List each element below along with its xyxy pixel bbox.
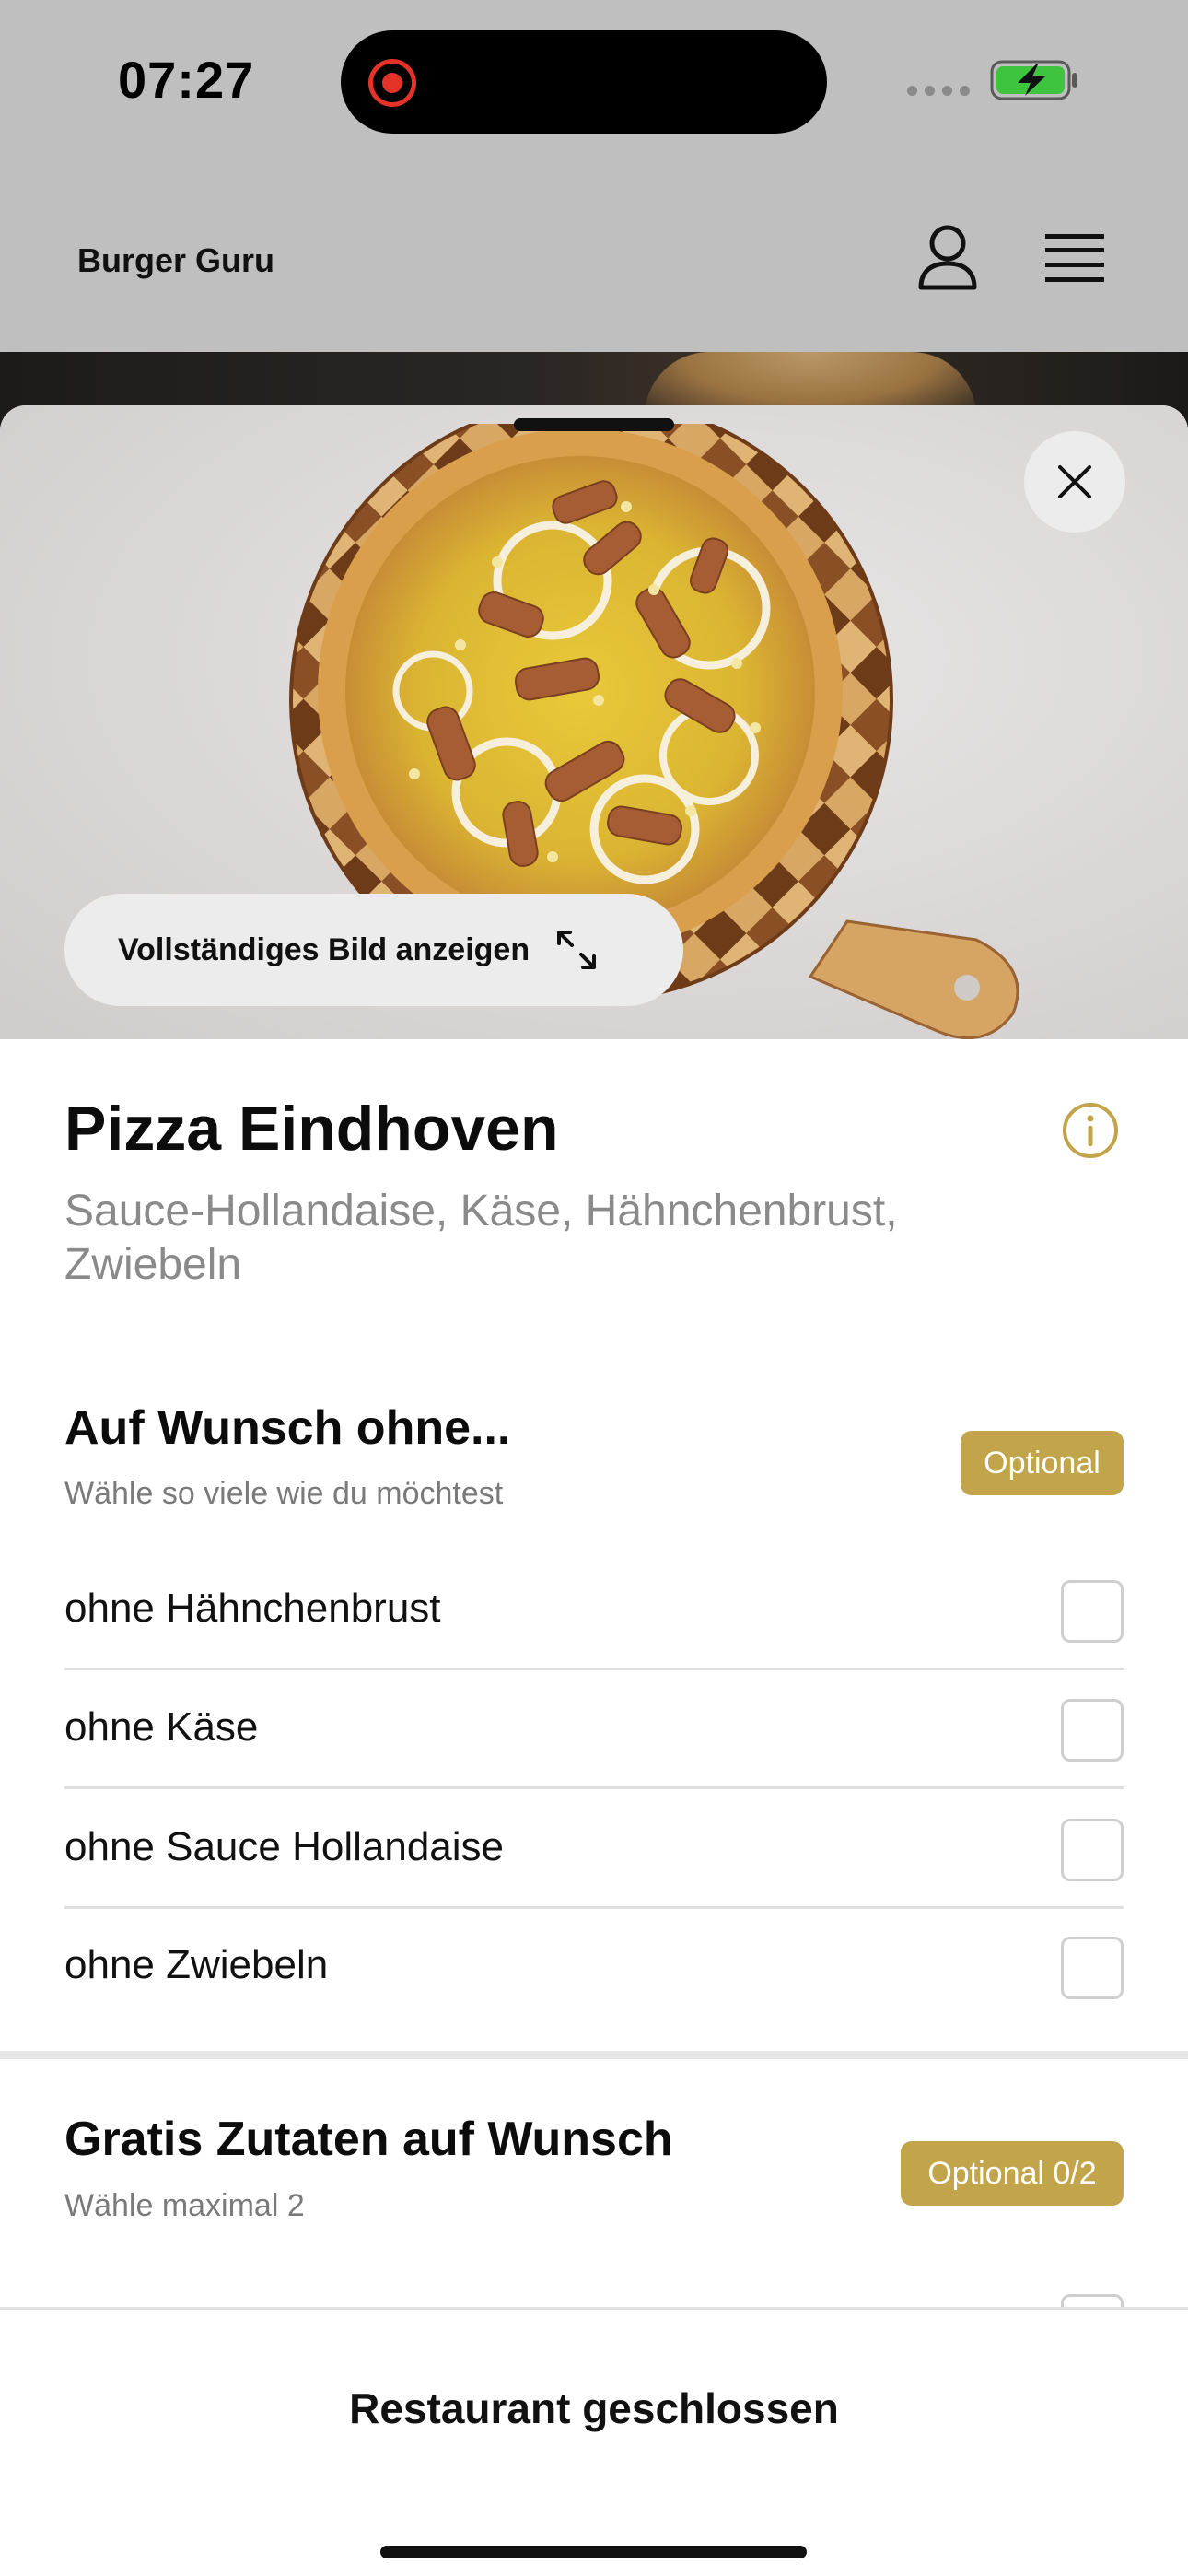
option-row[interactable]: ohne Zwiebeln (64, 1907, 1124, 2027)
user-profile-icon[interactable] (916, 223, 979, 293)
product-title: Pizza Eindhoven (64, 1094, 559, 1164)
option-checkbox[interactable] (1061, 1699, 1124, 1762)
optional-count-badge: Optional 0/2 (901, 2141, 1124, 2206)
restaurant-closed-status: Restaurant geschlossen (349, 2384, 839, 2432)
hamburger-menu-icon[interactable] (1043, 232, 1106, 284)
group-without-subtitle: Wähle so viele wie du möchtest (64, 1476, 504, 1511)
status-bar: 07:27 (0, 0, 1188, 166)
group-free-subtitle: Wähle maximal 2 (64, 2188, 305, 2223)
option-label: ohne Hähnchenbrust (64, 1586, 441, 1631)
show-full-image-button[interactable]: Vollständiges Bild anzeigen (64, 894, 683, 1006)
close-button[interactable] (1024, 431, 1125, 533)
show-full-image-label: Vollständiges Bild anzeigen (118, 931, 530, 967)
option-label: ohne Sauce Hollandaise (64, 1824, 505, 1869)
status-time: 07:27 (118, 51, 255, 109)
option-label: ohne Zwiebeln (64, 1942, 329, 1987)
close-icon (1058, 465, 1091, 498)
expand-arrows-icon (557, 931, 597, 969)
info-icon[interactable] (1062, 1102, 1119, 1159)
cellular-signal-icon (907, 86, 972, 97)
option-checkbox[interactable] (1061, 1819, 1124, 1881)
product-sheet: Vollständiges Bild anzeigen Pizza Eindho… (0, 405, 1188, 2576)
option-label: ohne Käse (64, 1704, 259, 1750)
home-indicator[interactable] (380, 2546, 807, 2558)
sheet-drag-handle[interactable] (514, 418, 674, 431)
section-divider (0, 2051, 1188, 2059)
app-header: Burger Guru (0, 166, 1188, 350)
product-hero: Vollständiges Bild anzeigen (0, 405, 1188, 1039)
app-screen: 07:27 Burger Guru Vollständiges Bild anz… (0, 0, 1188, 2576)
bottom-bar: Restaurant geschlossen (0, 2307, 1188, 2576)
option-row[interactable]: ohne Käse (64, 1669, 1124, 1789)
option-checkbox[interactable] (1061, 1580, 1124, 1643)
product-description: Sauce-Hollandaise, Käse, Hähnchenbrust, … (64, 1187, 898, 1289)
option-row[interactable]: ohne Hähnchenbrust (64, 1551, 1124, 1670)
battery-charging-icon (990, 60, 1077, 100)
group-free-title: Gratis Zutaten auf Wunsch (64, 2113, 673, 2166)
screen-recording-icon (368, 59, 416, 107)
option-checkbox[interactable] (1061, 1937, 1124, 1999)
group-without-title: Auf Wunsch ohne... (64, 1401, 511, 1455)
dynamic-island (341, 30, 827, 134)
option-row[interactable]: ohne Sauce Hollandaise (64, 1789, 1124, 1909)
optional-badge: Optional (961, 1431, 1124, 1495)
brand-name[interactable]: Burger Guru (77, 241, 274, 280)
